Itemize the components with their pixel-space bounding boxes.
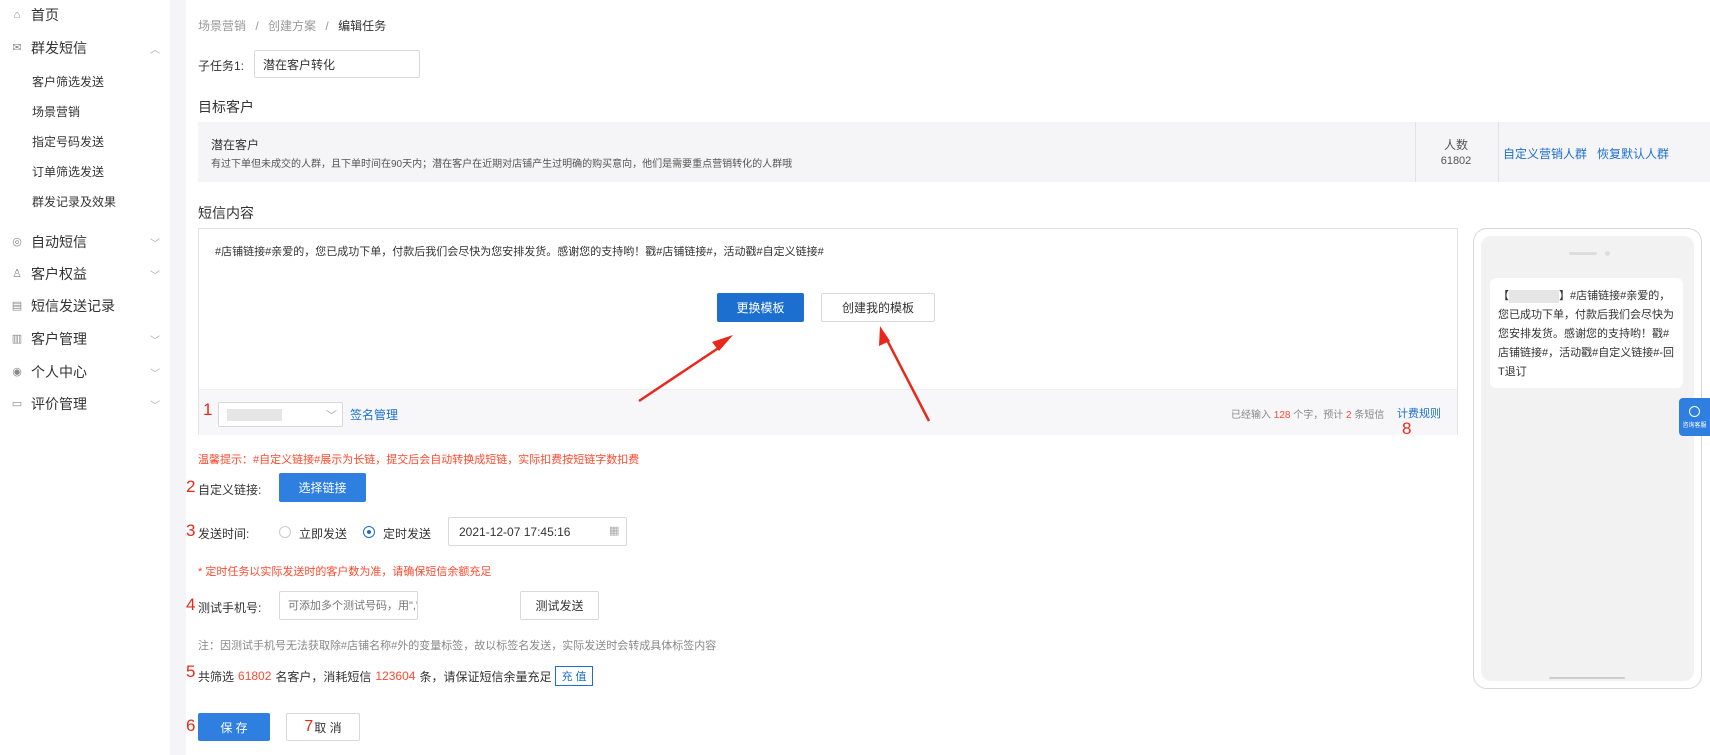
sidebar-item-label: 群发短信 (31, 40, 87, 56)
sidebar-item-auto-sms[interactable]: ◎ 自动短信 ﹀ (0, 227, 170, 257)
sidebar-item-label: 短信发送记录 (31, 298, 115, 314)
preview-signature-redacted (1509, 289, 1559, 303)
sidebar-item-label: 个人中心 (31, 364, 87, 380)
phone-preview: 【 】#店铺链接#亲爱的，您已成功下单，付款后我们会尽快为您安排发货。感谢您的支持… (1473, 228, 1702, 689)
submenu-item-number-send[interactable]: 指定号码发送 (32, 127, 104, 155)
sidebar-item-rights[interactable]: ♙ 客户权益 ﹀ (0, 259, 170, 289)
submenu-item-customer-filter[interactable]: 客户筛选发送 (32, 67, 104, 95)
consult-service-button[interactable]: 咨询客服 (1679, 398, 1710, 436)
preview-text: #店铺链接#亲爱的，您已成功下单，付款后我们会尽快为您安排发货。感谢您的支持哟！… (1498, 290, 1675, 378)
sidebar-item-sms-records[interactable]: ▤ 短信发送记录 (0, 291, 170, 321)
arrow-line-create-template (884, 337, 931, 422)
phone-speaker (1569, 252, 1597, 255)
submenu-item-group-records[interactable]: 群发记录及效果 (32, 187, 116, 215)
phone-camera (1605, 251, 1610, 256)
record-icon: ▤ (11, 300, 23, 312)
review-icon: ▭ (11, 398, 23, 410)
user-icon: ♙ (12, 268, 22, 280)
sidebar-item-reviews[interactable]: ▭ 评价管理 ﹀ (0, 389, 170, 419)
mail-icon: ✉ (12, 42, 22, 54)
auto-icon: ◎ (12, 236, 22, 248)
chevron-down-icon: ﹀ (150, 400, 160, 412)
phone-home-bar (1549, 677, 1625, 679)
chevron-down-icon: ﹀ (150, 368, 160, 380)
sidebar-item-label: 客户管理 (31, 331, 87, 347)
sidebar-item-profile[interactable]: ◉ 个人中心 ﹀ (0, 357, 170, 387)
arrow-line-change-template (638, 343, 724, 403)
sidebar: ⌂ 首页 ✉ 群发短信 ︿ 客户筛选发送 场景营销 指定号码发送 订单筛选发送 … (0, 0, 170, 755)
preview-bracket-open: 【 (1498, 290, 1509, 302)
sidebar-divider (170, 0, 186, 755)
chevron-down-icon: ﹀ (150, 270, 160, 282)
home-icon: ⌂ (13, 9, 21, 21)
arrow-head-change-template (712, 335, 733, 351)
sidebar-item-customers[interactable]: ▥ 客户管理 ﹀ (0, 324, 170, 354)
sidebar-item-label: 评价管理 (31, 396, 87, 412)
sidebar-item-home[interactable]: ⌂ 首页 (0, 0, 170, 30)
person-icon: ◉ (12, 366, 22, 378)
chevron-down-icon: ﹀ (150, 335, 160, 347)
submenu-item-order-filter[interactable]: 订单筛选发送 (32, 157, 104, 185)
customer-icon: ▥ (11, 333, 23, 345)
consult-label: 咨询客服 (1682, 422, 1707, 429)
phone-message-bubble: 【 】#店铺链接#亲爱的，您已成功下单，付款后我们会尽快为您安排发货。感谢您的支持… (1490, 278, 1683, 388)
sidebar-item-label: 自动短信 (31, 234, 87, 250)
sidebar-item-label: 首页 (31, 7, 59, 23)
phone-screen: 【 】#店铺链接#亲爱的，您已成功下单，付款后我们会尽快为您安排发货。感谢您的支持… (1481, 236, 1694, 681)
preview-bracket-close: 】 (1559, 290, 1570, 302)
sidebar-item-group-sms[interactable]: ✉ 群发短信 ︿ (0, 33, 170, 63)
chevron-up-icon: ︿ (150, 44, 160, 56)
sidebar-item-label: 客户权益 (31, 266, 87, 282)
chevron-down-icon: ﹀ (150, 238, 160, 250)
submenu-item-scene-marketing[interactable]: 场景营销 (32, 97, 80, 125)
chat-icon (1689, 405, 1700, 417)
